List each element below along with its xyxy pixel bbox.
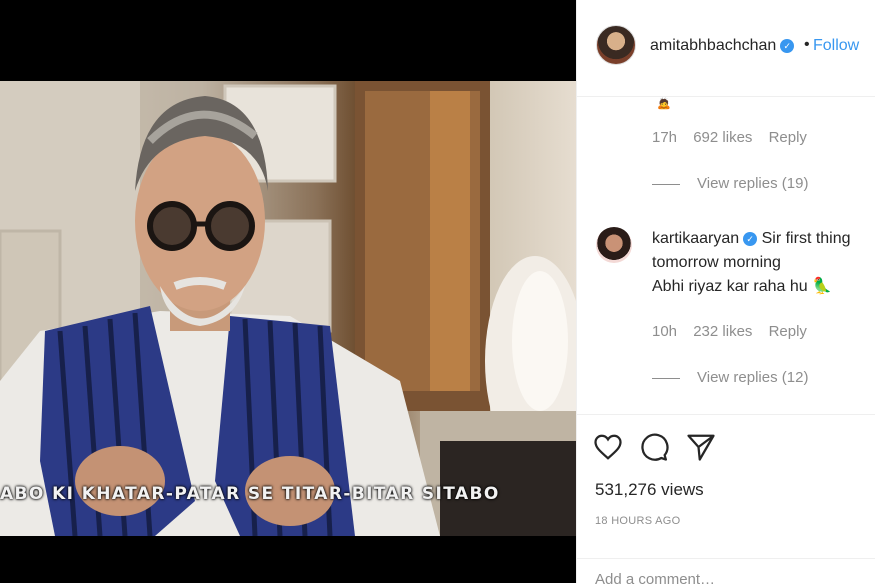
view-replies-button[interactable]: View replies (19) xyxy=(652,175,808,192)
paper-plane-icon[interactable] xyxy=(686,432,716,462)
comment-likes[interactable]: 692 likes xyxy=(693,129,752,146)
reply-button[interactable]: Reply xyxy=(769,129,807,146)
comment-time[interactable]: 17h xyxy=(652,129,677,146)
separator-dot: • xyxy=(804,36,810,53)
comment-text-line: tomorrow morning xyxy=(652,254,781,271)
view-replies-label[interactable]: View replies (12) xyxy=(697,369,808,386)
username-text[interactable]: amitabhbachchan xyxy=(650,37,776,54)
divider-line xyxy=(652,183,680,185)
video-still-image xyxy=(0,81,576,536)
view-replies-label[interactable]: View replies (19) xyxy=(697,175,808,192)
add-comment-bar xyxy=(577,558,875,588)
video-player[interactable]: ABO KI KHATAR-PATAR SE TITAR-BITAR SITAB… xyxy=(0,0,576,583)
verified-badge-icon: ✓ xyxy=(743,231,758,246)
commenter-username-text[interactable]: kartikaaryan xyxy=(652,230,739,247)
verified-badge-icon: ✓ xyxy=(780,38,795,53)
post-timestamp[interactable]: 18 HOURS AGO xyxy=(595,515,681,527)
comments-list: 🙇 17h 692 likes Reply View replies (19) … xyxy=(577,97,875,413)
views-count[interactable]: 531,276 views xyxy=(595,480,704,500)
avatar[interactable] xyxy=(596,25,636,65)
divider-line xyxy=(652,377,680,379)
reply-button[interactable]: Reply xyxy=(769,323,807,340)
post-header: amitabhbachchan ✓ • Follow xyxy=(577,0,875,97)
comment-body: kartikaaryan ✓ Sir first thing tomorrow m… xyxy=(652,227,862,299)
comment-likes[interactable]: 232 likes xyxy=(693,323,752,340)
comment-meta: 17h 692 likes Reply xyxy=(652,129,819,146)
add-comment-input[interactable] xyxy=(595,571,855,588)
comment-emoji: 🙇 xyxy=(657,98,671,110)
comment-meta: 10h 232 likes Reply xyxy=(652,323,819,340)
video-frame xyxy=(0,81,576,536)
comment-text-line: Sir first thing xyxy=(761,230,851,247)
owner-username[interactable]: amitabhbachchan ✓ xyxy=(650,37,795,55)
commenter-username[interactable]: kartikaaryan ✓ xyxy=(652,230,758,247)
post-sidebar: amitabhbachchan ✓ • Follow 🙇 17h 692 like… xyxy=(576,0,875,588)
heart-icon[interactable] xyxy=(593,432,623,462)
comment-text-line: Abhi riyaz kar raha hu 🦜 xyxy=(652,278,832,295)
comment-time[interactable]: 10h xyxy=(652,323,677,340)
comment-icon[interactable] xyxy=(639,432,669,462)
view-replies-button[interactable]: View replies (12) xyxy=(652,369,808,386)
post-actions: 531,276 views 18 HOURS AGO xyxy=(577,414,875,547)
commenter-avatar[interactable] xyxy=(596,227,632,263)
follow-button[interactable]: Follow xyxy=(813,37,859,55)
video-subtitle: ABO KI KHATAR-PATAR SE TITAR-BITAR SITAB… xyxy=(0,484,500,504)
